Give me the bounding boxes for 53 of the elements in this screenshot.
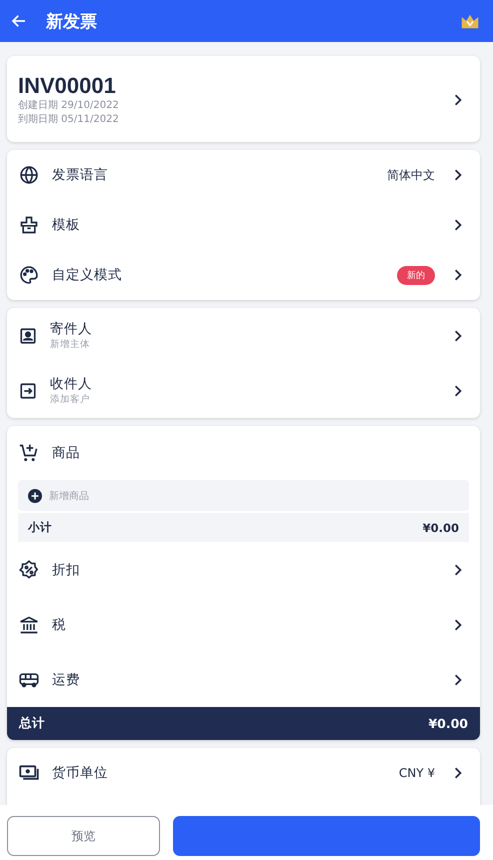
page-title: 新发票 — [46, 10, 98, 32]
chevron-icon — [454, 94, 462, 106]
setting-value: 简体中文 — [387, 166, 435, 184]
banknote-icon — [19, 763, 39, 783]
chevron-icon — [454, 767, 462, 779]
crown-icon[interactable] — [461, 14, 479, 28]
setting-label: 发票语言 — [52, 166, 109, 184]
chevron-icon — [454, 674, 462, 686]
subtotal-value: ¥0.00 — [422, 520, 459, 534]
created-date: 创建日期 29/10/2022 — [18, 99, 120, 113]
adjustment-row[interactable]: 税 — [7, 597, 480, 652]
preview-button[interactable]: 预览 — [7, 816, 160, 856]
bank-icon — [19, 614, 39, 634]
plus-circle-icon — [28, 488, 42, 502]
adjustment-row[interactable]: 运费 — [7, 652, 480, 707]
currency-value: CNY ¥ — [398, 766, 435, 780]
setting-label: 模板 — [52, 216, 81, 234]
adjustment-label: 运费 — [52, 670, 81, 688]
discount-icon — [19, 560, 39, 580]
contact-card-icon — [19, 326, 37, 344]
party-label: 收件人 — [50, 375, 93, 393]
chevron-icon — [454, 384, 462, 396]
chevron-icon — [454, 618, 462, 630]
cart-plus-icon — [19, 443, 39, 463]
settings-row[interactable]: 模板 — [7, 200, 480, 250]
subtotal-label: 小计 — [28, 520, 52, 535]
party-row[interactable]: 收件人 添加客户 — [7, 363, 480, 418]
currency-label: 货币单位 — [52, 764, 109, 782]
chevron-icon — [454, 330, 462, 342]
arrow-box-icon — [19, 382, 37, 400]
invoice-number: INV00001 — [18, 73, 117, 99]
new-badge: 新的 — [397, 266, 435, 284]
items-title: 商品 — [52, 444, 81, 462]
chevron-icon — [454, 269, 462, 281]
party-row[interactable]: 寄件人 新增主体 — [7, 308, 480, 363]
adjustment-label: 折扣 — [52, 560, 81, 578]
total-value: ¥0.00 — [428, 716, 468, 731]
party-hint: 添加客户 — [50, 393, 91, 406]
chevron-icon — [454, 219, 462, 231]
adjustment-label: 税 — [52, 616, 67, 634]
total-label: 总计 — [19, 715, 45, 732]
palette-icon — [19, 265, 39, 285]
party-label: 寄件人 — [50, 320, 93, 338]
setting-label: 自定义模式 — [52, 266, 123, 284]
adjustment-row[interactable]: 折扣 — [7, 542, 480, 597]
globe-icon — [19, 165, 39, 185]
settings-row[interactable]: 发票语言 简体中文 — [7, 150, 480, 200]
party-hint: 新增主体 — [50, 338, 91, 351]
invoice-card[interactable]: INV00001 创建日期 29/10/2022 到期日期 05/11/2022 — [7, 56, 480, 142]
settings-row[interactable]: 自定义模式 新的 — [7, 250, 480, 300]
due-date: 到期日期 05/11/2022 — [18, 113, 120, 127]
chevron-icon — [454, 564, 462, 576]
chevron-icon — [454, 169, 462, 181]
